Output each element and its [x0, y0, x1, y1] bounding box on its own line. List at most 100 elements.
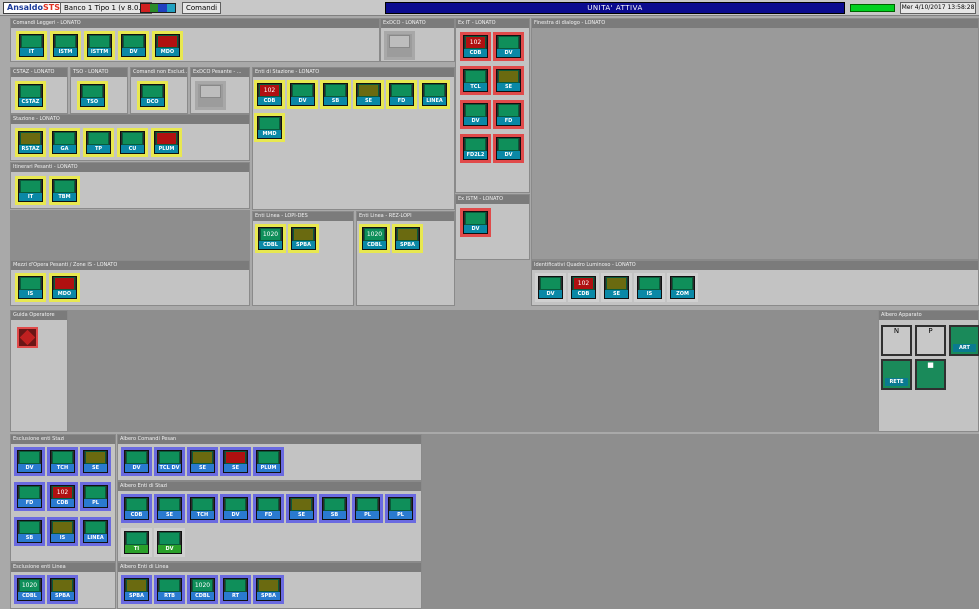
btn-ae-se[interactable]: SE	[154, 494, 185, 523]
btn-id-se[interactable]: SE	[601, 273, 632, 302]
btn-id-dv[interactable]: DV	[535, 273, 566, 302]
btn-ga[interactable]: GA	[49, 128, 80, 157]
btn-exdco[interactable]	[384, 31, 415, 60]
btn-ex-fd2l2[interactable]: FD2L2	[460, 134, 491, 163]
btn-excl-spba[interactable]: SPBA	[47, 575, 78, 604]
btn-excl-is[interactable]: IS	[47, 517, 78, 546]
guida-operatore-button[interactable]	[17, 327, 38, 348]
btn-cdbl-rez[interactable]: 1020 CDBL	[359, 224, 390, 253]
panel-title: Albero Enti di Linea	[118, 563, 421, 572]
btn-al-rt[interactable]: RT	[220, 575, 251, 604]
btn-ac-dv[interactable]: DV	[121, 447, 152, 476]
btn-ae-sb[interactable]: SB	[319, 494, 350, 523]
btn-dco[interactable]: DCO	[137, 81, 168, 110]
btn-mdo-pesante[interactable]: MDO	[49, 273, 80, 302]
btn-dv[interactable]: DV	[287, 80, 318, 109]
unit-status: UNITA' ATTIVA	[385, 2, 845, 14]
btn-ae-ti[interactable]: TI	[121, 528, 152, 557]
cstaz-icon	[20, 85, 41, 98]
btn-ac-se[interactable]: SE	[187, 447, 218, 476]
n-s-toggle[interactable]: N	[881, 325, 912, 356]
rete-button[interactable]: RETE	[881, 359, 912, 390]
btn-rstaz[interactable]: RSTAZ	[15, 128, 46, 157]
btn-ae-se2[interactable]: SE	[286, 494, 317, 523]
btn-label: SPBA	[257, 592, 280, 600]
panel-mezzi-opera: Mezzi d'Opera Pesanti / Zone IS - LONATO…	[10, 260, 250, 306]
btn-linea[interactable]: LINEA	[419, 80, 450, 109]
btn-spba[interactable]: SPBA	[288, 224, 319, 253]
btn-istm[interactable]: ISTM	[50, 31, 81, 60]
btn-cu[interactable]: CU	[117, 128, 148, 157]
train-button[interactable]: ■	[915, 359, 946, 390]
btn-excl-se[interactable]: SE	[80, 447, 111, 476]
btn-tbm[interactable]: TBM	[49, 176, 80, 205]
btn-excl-cdbl[interactable]: 1020 CDBL	[14, 575, 45, 604]
btn-cdb[interactable]: 102 CDB	[254, 80, 285, 109]
btn-ae-dv2[interactable]: DV	[154, 528, 185, 557]
btn-excl-tch[interactable]: TCH	[47, 447, 78, 476]
btn-isttm[interactable]: ISTTM	[84, 31, 115, 60]
btn-cdbl[interactable]: 1020 CDBL	[255, 224, 286, 253]
strip-blue	[158, 4, 167, 12]
btn-ex-tcl[interactable]: TCL	[460, 66, 491, 95]
btn-ex-dv3[interactable]: DV	[493, 134, 524, 163]
btn-ae-cdb[interactable]: CDB	[121, 494, 152, 523]
btn-se[interactable]: SE	[353, 80, 384, 109]
btn-is[interactable]: IS	[15, 273, 46, 302]
btn-plum[interactable]: PLUM	[151, 128, 182, 157]
btn-dv[interactable]: DV	[118, 31, 149, 60]
btn-excl-linea[interactable]: LINEA	[80, 517, 111, 546]
btn-id-is[interactable]: IS	[634, 273, 665, 302]
btn-ac-tcldv[interactable]: TCL DV	[154, 447, 185, 476]
btn-ae-pl[interactable]: PL	[352, 494, 383, 523]
btn-excl-pl[interactable]: PL	[80, 482, 111, 511]
btn-ae-pl-red[interactable]: PL	[385, 494, 416, 523]
btn-ae-fd[interactable]: FD	[253, 494, 284, 523]
comandi-button[interactable]: Comandi	[182, 2, 222, 14]
btn-al-spba[interactable]: SPBA	[121, 575, 152, 604]
cdbl-icon: 1020	[19, 579, 40, 592]
btn-ae-dv[interactable]: DV	[220, 494, 251, 523]
btn-id-zom[interactable]: ZOM	[667, 273, 698, 302]
btn-ac-plum[interactable]: PLUM	[253, 447, 284, 476]
panel-albero-comandi-pesanti: Albero Comandi Pesan DV TCL DV SE SE PLU…	[117, 434, 422, 481]
panel-title: Stazione - LONATO	[11, 115, 249, 124]
btn-excl-cdb[interactable]: 102 CDB	[47, 482, 78, 511]
btn-ac-se-red[interactable]: SE	[220, 447, 251, 476]
btn-tp[interactable]: TP	[83, 128, 114, 157]
btn-label: TBM	[53, 193, 76, 201]
btn-al-spba2[interactable]: SPBA	[253, 575, 284, 604]
art-button[interactable]: ART	[949, 325, 979, 356]
btn-it[interactable]: IT	[16, 31, 47, 60]
btn-cstaz[interactable]: CSTAZ	[15, 81, 46, 110]
alive-indicator	[850, 4, 895, 12]
btn-sb[interactable]: SB	[320, 80, 351, 109]
p-toggle[interactable]: P	[915, 325, 946, 356]
warning-icon	[19, 329, 36, 346]
btn-ex-se[interactable]: SE	[493, 66, 524, 95]
btn-ex-fd[interactable]: FD	[493, 100, 524, 129]
btn-label: CU	[121, 145, 144, 153]
btn-ex-dv[interactable]: DV	[493, 32, 524, 61]
btn-id-cdb[interactable]: 102 CDB	[568, 273, 599, 302]
btn-ae-tch[interactable]: TCH	[187, 494, 218, 523]
btn-excl-fd[interactable]: FD	[14, 482, 45, 511]
btn-fd[interactable]: FD	[386, 80, 417, 109]
btn-label: PL	[356, 511, 379, 519]
btn-al-cdbl[interactable]: 1020 CDBL	[187, 575, 218, 604]
btn-tso[interactable]: TSO	[77, 81, 108, 110]
btn-label: PL	[389, 511, 412, 519]
tp-icon	[88, 132, 109, 145]
mdo-icon	[54, 277, 75, 290]
btn-ex-dv2[interactable]: DV	[460, 100, 491, 129]
btn-ex-cdb[interactable]: 102 CDB	[460, 32, 491, 61]
btn-ex-istm-dv[interactable]: DV	[460, 208, 491, 237]
btn-excl-dv[interactable]: DV	[14, 447, 45, 476]
btn-mdo[interactable]: MDO	[152, 31, 183, 60]
btn-it-pesante[interactable]: IT	[15, 176, 46, 205]
btn-al-rtb[interactable]: RTB	[154, 575, 185, 604]
btn-exdco-pesante[interactable]	[195, 81, 226, 110]
btn-spba-rez[interactable]: SPBA	[392, 224, 423, 253]
btn-excl-sb[interactable]: SB	[14, 517, 45, 546]
btn-mmd[interactable]: MMD	[254, 113, 285, 142]
